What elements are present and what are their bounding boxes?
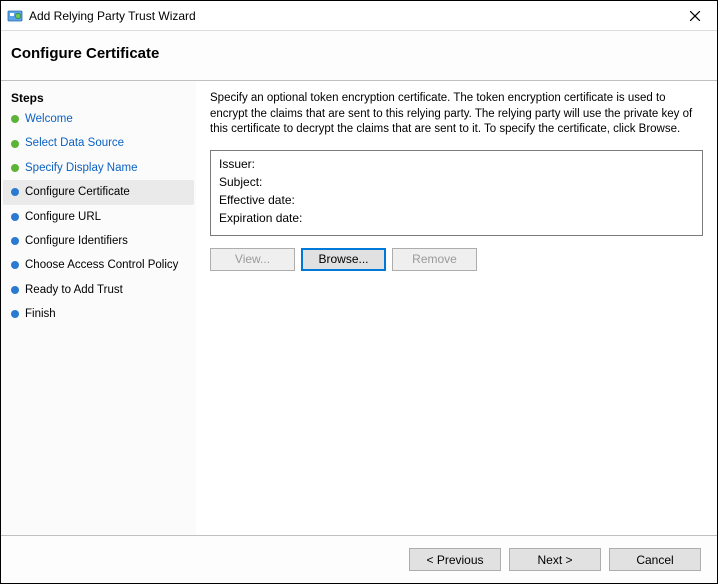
steps-label: Steps <box>3 87 194 107</box>
page-heading: Configure Certificate <box>11 45 707 62</box>
window-title: Add Relying Party Trust Wizard <box>29 9 679 23</box>
step-finish[interactable]: Finish <box>3 302 194 326</box>
step-label: Configure URL <box>25 210 101 224</box>
step-select-data-source[interactable]: Select Data Source <box>3 131 194 155</box>
page-header: Configure Certificate <box>1 31 717 81</box>
step-label: Welcome <box>25 112 73 126</box>
step-bullet-icon <box>11 188 19 196</box>
cert-issuer-row: Issuer: <box>219 155 694 173</box>
step-label: Select Data Source <box>25 136 124 150</box>
step-bullet-icon <box>11 140 19 148</box>
step-bullet-icon <box>11 115 19 123</box>
certificate-buttons-row: View... Browse... Remove <box>210 248 703 271</box>
certificate-details-box: Issuer: Subject: Effective date: Expirat… <box>210 150 703 236</box>
close-button[interactable] <box>679 4 711 28</box>
step-label: Finish <box>25 307 56 321</box>
step-ready-to-add-trust[interactable]: Ready to Add Trust <box>3 278 194 302</box>
browse-button[interactable]: Browse... <box>301 248 386 271</box>
step-label: Configure Certificate <box>25 185 130 199</box>
next-button[interactable]: Next > <box>509 548 601 571</box>
previous-button[interactable]: < Previous <box>409 548 501 571</box>
app-icon <box>7 8 23 24</box>
wizard-footer: < Previous Next > Cancel <box>1 535 717 583</box>
step-bullet-icon <box>11 237 19 245</box>
step-bullet-icon <box>11 261 19 269</box>
wizard-body: Steps Welcome Select Data Source Specify… <box>1 81 717 535</box>
step-welcome[interactable]: Welcome <box>3 107 194 131</box>
steps-sidebar: Steps Welcome Select Data Source Specify… <box>1 81 196 535</box>
cert-expiration-row: Expiration date: <box>219 209 694 227</box>
step-bullet-icon <box>11 310 19 318</box>
view-button: View... <box>210 248 295 271</box>
page-description: Specify an optional token encryption cer… <box>210 91 703 138</box>
wizard-content: Specify an optional token encryption cer… <box>196 81 717 535</box>
step-bullet-icon <box>11 213 19 221</box>
step-configure-url[interactable]: Configure URL <box>3 205 194 229</box>
cert-subject-row: Subject: <box>219 173 694 191</box>
title-bar: Add Relying Party Trust Wizard <box>1 1 717 31</box>
step-configure-identifiers[interactable]: Configure Identifiers <box>3 229 194 253</box>
step-choose-access-control-policy[interactable]: Choose Access Control Policy <box>3 253 194 277</box>
cert-subject-label: Subject: <box>219 175 262 189</box>
step-label: Choose Access Control Policy <box>25 258 178 272</box>
cert-expiration-label: Expiration date: <box>219 211 302 225</box>
step-configure-certificate[interactable]: Configure Certificate <box>3 180 194 204</box>
step-specify-display-name[interactable]: Specify Display Name <box>3 156 194 180</box>
step-bullet-icon <box>11 286 19 294</box>
step-label: Specify Display Name <box>25 161 137 175</box>
remove-button: Remove <box>392 248 477 271</box>
cert-effective-row: Effective date: <box>219 191 694 209</box>
step-label: Ready to Add Trust <box>25 283 123 297</box>
cancel-button[interactable]: Cancel <box>609 548 701 571</box>
cert-issuer-label: Issuer: <box>219 157 255 171</box>
step-bullet-icon <box>11 164 19 172</box>
cert-effective-label: Effective date: <box>219 193 295 207</box>
step-label: Configure Identifiers <box>25 234 128 248</box>
